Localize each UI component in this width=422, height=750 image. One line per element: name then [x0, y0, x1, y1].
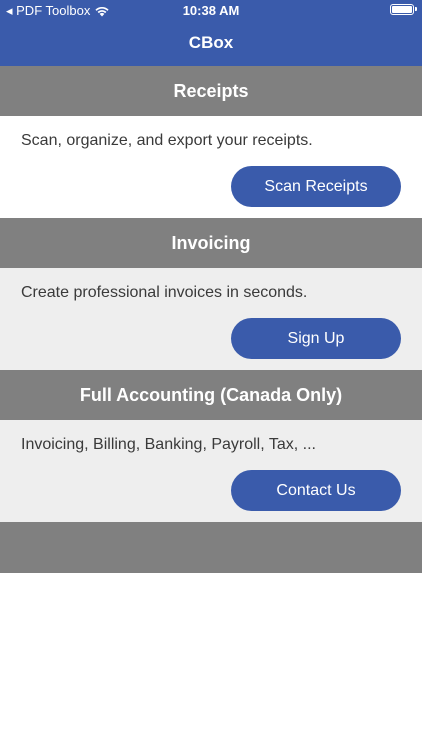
section-title: Invoicing	[171, 232, 251, 253]
section-body-receipts: Scan, organize, and export your receipts…	[0, 116, 422, 218]
battery-icon	[390, 4, 417, 15]
section-header-invoicing: Invoicing	[0, 218, 422, 268]
sign-up-button[interactable]: Sign Up	[231, 318, 401, 359]
section-title: Receipts	[173, 80, 249, 101]
section-description: Invoicing, Billing, Banking, Payroll, Ta…	[21, 436, 316, 453]
contact-us-button[interactable]: Contact Us	[231, 470, 401, 511]
section-header-full-accounting: Full Accounting (Canada Only)	[0, 370, 422, 420]
page-title: CBox	[188, 33, 234, 52]
section-description: Scan, organize, and export your receipts…	[21, 132, 313, 149]
content-sections: Receipts Scan, organize, and export your…	[0, 66, 422, 573]
section-body-invoicing: Create professional invoices in seconds.…	[0, 268, 422, 370]
footer-bar	[0, 522, 422, 573]
status-bar: ◂ PDF Toolbox 10:38 AM	[0, 0, 422, 22]
section-description: Create professional invoices in seconds.	[21, 284, 308, 301]
section-header-receipts: Receipts	[0, 66, 422, 116]
section-title: Full Accounting (Canada Only)	[79, 384, 343, 405]
navigation-bar: ◂ PDF Toolbox 10:38 AM CBox	[0, 0, 422, 66]
status-time: 10:38 AM	[182, 3, 240, 18]
scan-receipts-button[interactable]: Scan Receipts	[231, 166, 401, 207]
section-body-full-accounting: Invoicing, Billing, Banking, Payroll, Ta…	[0, 420, 422, 522]
